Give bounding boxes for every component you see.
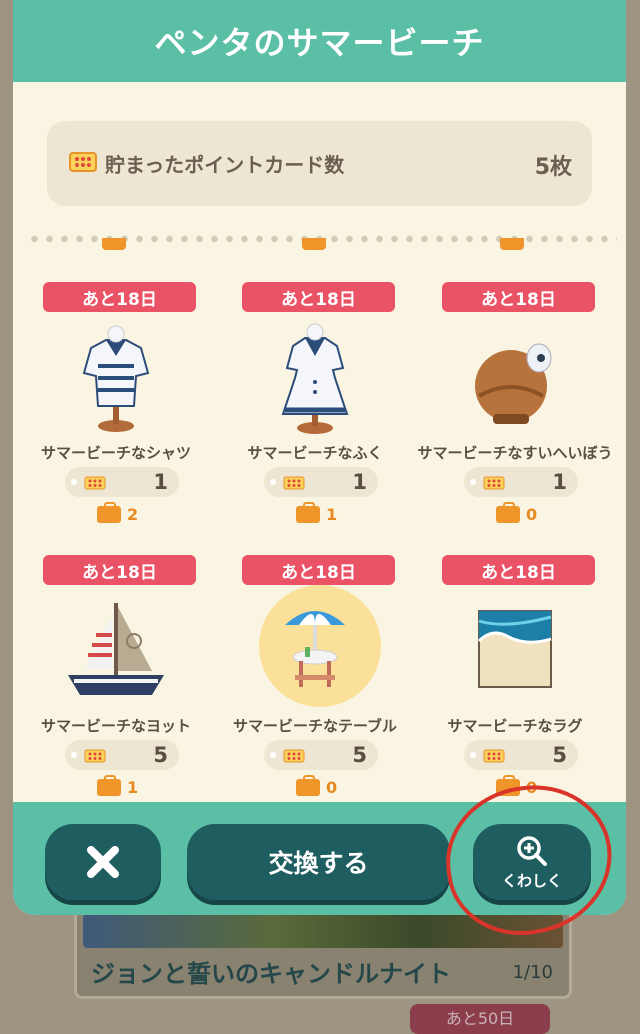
days-left-badge: あと18日 [442,555,595,585]
owned-count: 0 [326,777,338,797]
background-days-badge: あと50日 [410,1004,550,1034]
event-banner-title: ジョンと誓いのキャンドルナイト [91,960,451,988]
points-summary: 貯まったポイントカード数 5枚 [47,121,592,206]
item-name: サマービーチなテーブル [232,717,398,735]
item-name: サマービーチなシャツ [40,444,191,462]
item-card[interactable]: あと18日 サマービーチなシャツ 1 2 [26,282,206,524]
cost-dot [270,752,276,758]
item-card[interactable]: あと18日 サマービーチなラグ 5 0 [425,555,605,797]
cost-value: 5 [552,743,567,767]
item-name: サマービーチなヨット [40,717,191,735]
owned-count-row: 1 [97,774,139,797]
cost-pill: 1 [264,467,378,497]
item-card-selected[interactable]: あと18日 サマービーチなテーブル 5 0 [225,555,405,797]
owned-count: 2 [127,504,139,524]
bag-icon [296,501,320,523]
item-name: サマービーチなすいへいぼう [417,444,613,462]
cost-dot [71,479,77,485]
cost-value: 5 [153,743,168,767]
dialog-header: ペンタのサマービーチ [13,0,626,82]
cost-pill: 1 [65,467,179,497]
cost-dot [470,479,476,485]
bag-icon [496,501,520,523]
cost-dot [270,479,276,485]
sailor-hat-icon [475,343,552,424]
point-card-icon [69,152,97,172]
points-value: 5枚 [534,155,572,180]
item-card[interactable]: あと18日 サマービーチなすいへいぼう 1 0 [417,282,613,524]
days-left-badge: あと18日 [242,555,395,585]
yacht-icon [68,603,164,695]
days-left-badge: あと18日 [43,282,196,312]
exchange-dialog: ペンタのサマービーチ 貯まったポイントカード数 5枚 あと18日 サマービーチな… [13,0,626,915]
close-button[interactable] [45,824,161,900]
days-left-badge: あと18日 [43,555,196,585]
close-icon [87,846,119,878]
days-left-badge: あと18日 [442,282,595,312]
cost-dot [71,752,77,758]
owned-count-row: 1 [296,501,338,524]
shirt-icon [82,325,150,432]
owned-count: 0 [526,504,538,524]
point-card-icon [483,476,505,490]
item-card[interactable]: あと18日 サマービーチなヨット 5 1 [26,555,206,797]
bag-icon [500,238,524,250]
cost-pill: 5 [264,740,378,770]
exchange-button[interactable]: 交換する [187,824,450,900]
cost-value: 5 [352,743,367,767]
bag-icon [296,774,320,796]
cost-value: 1 [552,470,567,494]
item-name: サマービーチなふく [247,444,383,462]
dress-icon [281,323,349,434]
point-card-icon [84,749,106,763]
dialog-title: ペンタのサマービーチ [154,24,485,62]
cost-value: 1 [352,470,367,494]
item-card[interactable]: あと18日 サマービーチなふく 1 1 [225,282,405,524]
bag-icon [302,238,326,250]
points-label: 貯まったポイントカード数 [105,153,345,177]
bag-icon [97,774,121,796]
cost-value: 1 [153,470,168,494]
owned-count: 1 [326,504,338,524]
cost-dot [470,752,476,758]
bag-icon [97,501,121,523]
owned-count-row: 0 [496,501,538,524]
item-name: サマービーチなラグ [447,717,583,735]
point-card-icon [483,749,505,763]
beach-rug-icon [477,610,552,688]
point-card-icon [283,749,305,763]
event-banner-page: 1/10 [512,962,553,983]
cost-pill: 5 [464,740,578,770]
owned-count-row: 0 [296,774,338,797]
days-left-badge: あと18日 [242,282,395,312]
point-card-icon [84,476,106,490]
beach-table-icon [285,611,345,687]
owned-count: 1 [127,777,139,797]
cost-pill: 1 [464,467,578,497]
cost-pill: 5 [65,740,179,770]
owned-count-row: 2 [97,501,139,524]
point-card-icon [283,476,305,490]
bag-icon [102,238,126,250]
